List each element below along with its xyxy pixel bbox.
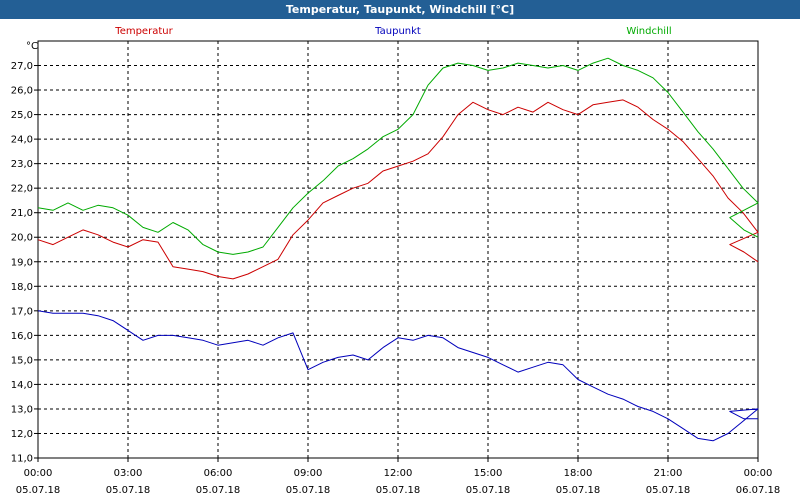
y-tick-label: 20,0 bbox=[11, 233, 33, 244]
legend-entry-taupunkt: Taupunkt bbox=[374, 26, 421, 37]
x-tick-time-label: 21:00 bbox=[654, 468, 683, 479]
x-tick-time-label: 06:00 bbox=[204, 468, 233, 479]
y-tick-label: 27,0 bbox=[11, 61, 33, 72]
line-chart: 11,0 12,0 13,0 14,0 15,0 16,0 17,0 18,0 19,0 20,0… bbox=[11, 26, 781, 496]
legend: Temperatur Taupunkt Windchill bbox=[114, 26, 671, 37]
x-tick-date-label: 05.07.18 bbox=[16, 485, 61, 496]
y-tick-label: 12,0 bbox=[11, 429, 33, 440]
chart-window: Temperatur, Taupunkt, Windchill [°C] 11,… bbox=[0, 0, 800, 500]
x-tick-time-label: 12:00 bbox=[384, 468, 413, 479]
x-tick-date-label: 05.07.18 bbox=[376, 485, 421, 496]
x-axis-ticks: 00:00 05.07.18 03:00 05.07.18 06:00 05.07.18 0… bbox=[16, 458, 781, 496]
y-axis-ticks: 11,0 12,0 13,0 14,0 15,0 16,0 17,0 18,0 19,0 20,0… bbox=[11, 61, 38, 465]
y-tick-label: 11,0 bbox=[11, 454, 33, 465]
x-tick-date-label: 05.07.18 bbox=[106, 485, 151, 496]
y-tick-label: 15,0 bbox=[11, 355, 33, 366]
x-tick-date-label: 05.07.18 bbox=[196, 485, 241, 496]
y-tick-label: 17,0 bbox=[11, 306, 33, 317]
y-tick-label: 21,0 bbox=[11, 208, 33, 219]
y-tick-label: 13,0 bbox=[11, 404, 33, 415]
x-tick-date-label: 05.07.18 bbox=[646, 485, 691, 496]
y-tick-label: 16,0 bbox=[11, 331, 33, 342]
x-tick-date-label: 05.07.18 bbox=[286, 485, 331, 496]
y-tick-label: 25,0 bbox=[11, 110, 33, 121]
legend-entry-windchill: Windchill bbox=[626, 26, 671, 37]
y-tick-label: 22,0 bbox=[11, 184, 33, 195]
x-tick-time-label: 00:00 bbox=[744, 468, 773, 479]
x-tick-time-label: 15:00 bbox=[474, 468, 503, 479]
x-tick-date-label: 05.07.18 bbox=[466, 485, 511, 496]
x-tick-time-label: 18:00 bbox=[564, 468, 593, 479]
y-tick-label: 23,0 bbox=[11, 159, 33, 170]
x-tick-date-label: 06.07.18 bbox=[736, 485, 781, 496]
x-tick-time-label: 03:00 bbox=[114, 468, 143, 479]
y-tick-label: 26,0 bbox=[11, 86, 33, 97]
legend-entry-temperatur: Temperatur bbox=[114, 26, 173, 37]
y-tick-label: 19,0 bbox=[11, 257, 33, 268]
y-tick-label: 14,0 bbox=[11, 380, 33, 391]
y-axis-label: °C bbox=[26, 41, 38, 52]
x-tick-time-label: 09:00 bbox=[294, 468, 323, 479]
x-tick-time-label: 00:00 bbox=[24, 468, 53, 479]
x-tick-date-label: 05.07.18 bbox=[556, 485, 601, 496]
y-tick-label: 24,0 bbox=[11, 135, 33, 146]
y-tick-label: 18,0 bbox=[11, 282, 33, 293]
